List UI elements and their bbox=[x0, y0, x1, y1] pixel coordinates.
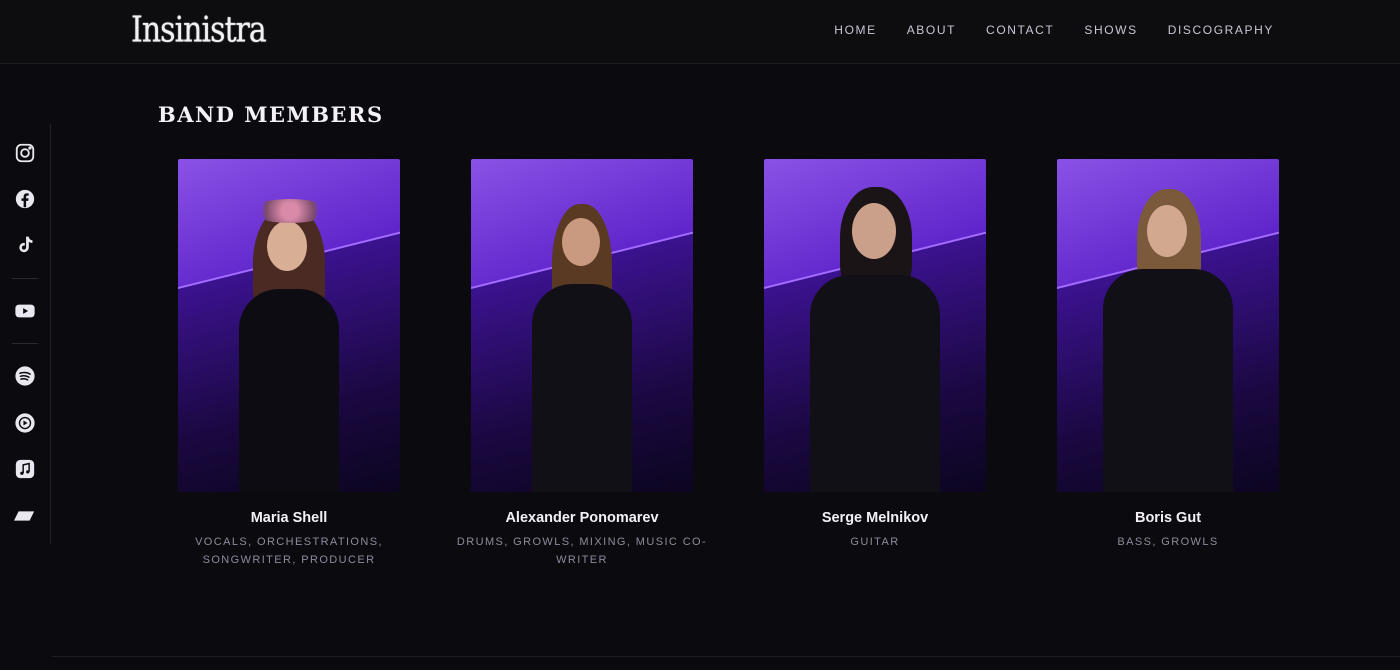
member-photo[interactable] bbox=[764, 159, 986, 492]
deezer-icon[interactable] bbox=[13, 504, 37, 528]
member-role: BASS, GROWLS bbox=[1117, 536, 1219, 548]
youtube-music-icon[interactable] bbox=[13, 411, 37, 435]
nav-shows[interactable]: SHOWS bbox=[1084, 22, 1137, 38]
social-divider bbox=[12, 343, 38, 344]
apple-music-icon[interactable] bbox=[13, 457, 37, 481]
member-name: Alexander Ponomarev bbox=[505, 510, 659, 526]
member-role: DRUMS, GROWLS, MIXING, MUSIC CO-WRITER bbox=[456, 536, 708, 566]
nav-about[interactable]: ABOUT bbox=[907, 22, 956, 38]
main-nav: HOME ABOUT CONTACT SHOWS DISCOGRAPHY bbox=[834, 22, 1274, 38]
social-sidebar bbox=[0, 124, 51, 544]
nav-home[interactable]: HOME bbox=[834, 22, 876, 38]
tiktok-icon[interactable] bbox=[13, 233, 37, 257]
member-name: Boris Gut bbox=[1134, 510, 1202, 526]
member-photo[interactable] bbox=[471, 159, 693, 492]
member-card: Serge Melnikov GUITAR bbox=[730, 159, 1020, 551]
site-header: Insinistra HOME ABOUT CONTACT SHOWS DISC… bbox=[0, 0, 1400, 64]
instagram-icon[interactable] bbox=[13, 141, 37, 165]
nav-contact[interactable]: CONTACT bbox=[986, 22, 1054, 38]
youtube-icon[interactable] bbox=[13, 299, 37, 323]
member-photo[interactable] bbox=[1057, 159, 1279, 492]
member-card: Maria Shell VOCALS, ORCHESTRATIONS, SONG… bbox=[144, 159, 434, 569]
member-name: Maria Shell bbox=[250, 510, 328, 526]
band-logo[interactable]: Insinistra bbox=[131, 2, 267, 61]
nav-discography[interactable]: DISCOGRAPHY bbox=[1168, 22, 1274, 38]
member-card: Boris Gut BASS, GROWLS bbox=[1023, 159, 1313, 551]
member-role: VOCALS, ORCHESTRATIONS, SONGWRITER, PROD… bbox=[195, 536, 383, 566]
member-photo[interactable] bbox=[178, 159, 400, 492]
member-role: GUITAR bbox=[850, 536, 900, 548]
section-title: BAND MEMBERS bbox=[158, 102, 384, 127]
spotify-icon[interactable] bbox=[13, 364, 37, 388]
social-divider bbox=[12, 278, 38, 279]
facebook-icon[interactable] bbox=[13, 187, 37, 211]
member-name: Serge Melnikov bbox=[821, 510, 929, 526]
member-card: Alexander Ponomarev DRUMS, GROWLS, MIXIN… bbox=[437, 159, 727, 569]
footer-divider bbox=[52, 656, 1400, 657]
